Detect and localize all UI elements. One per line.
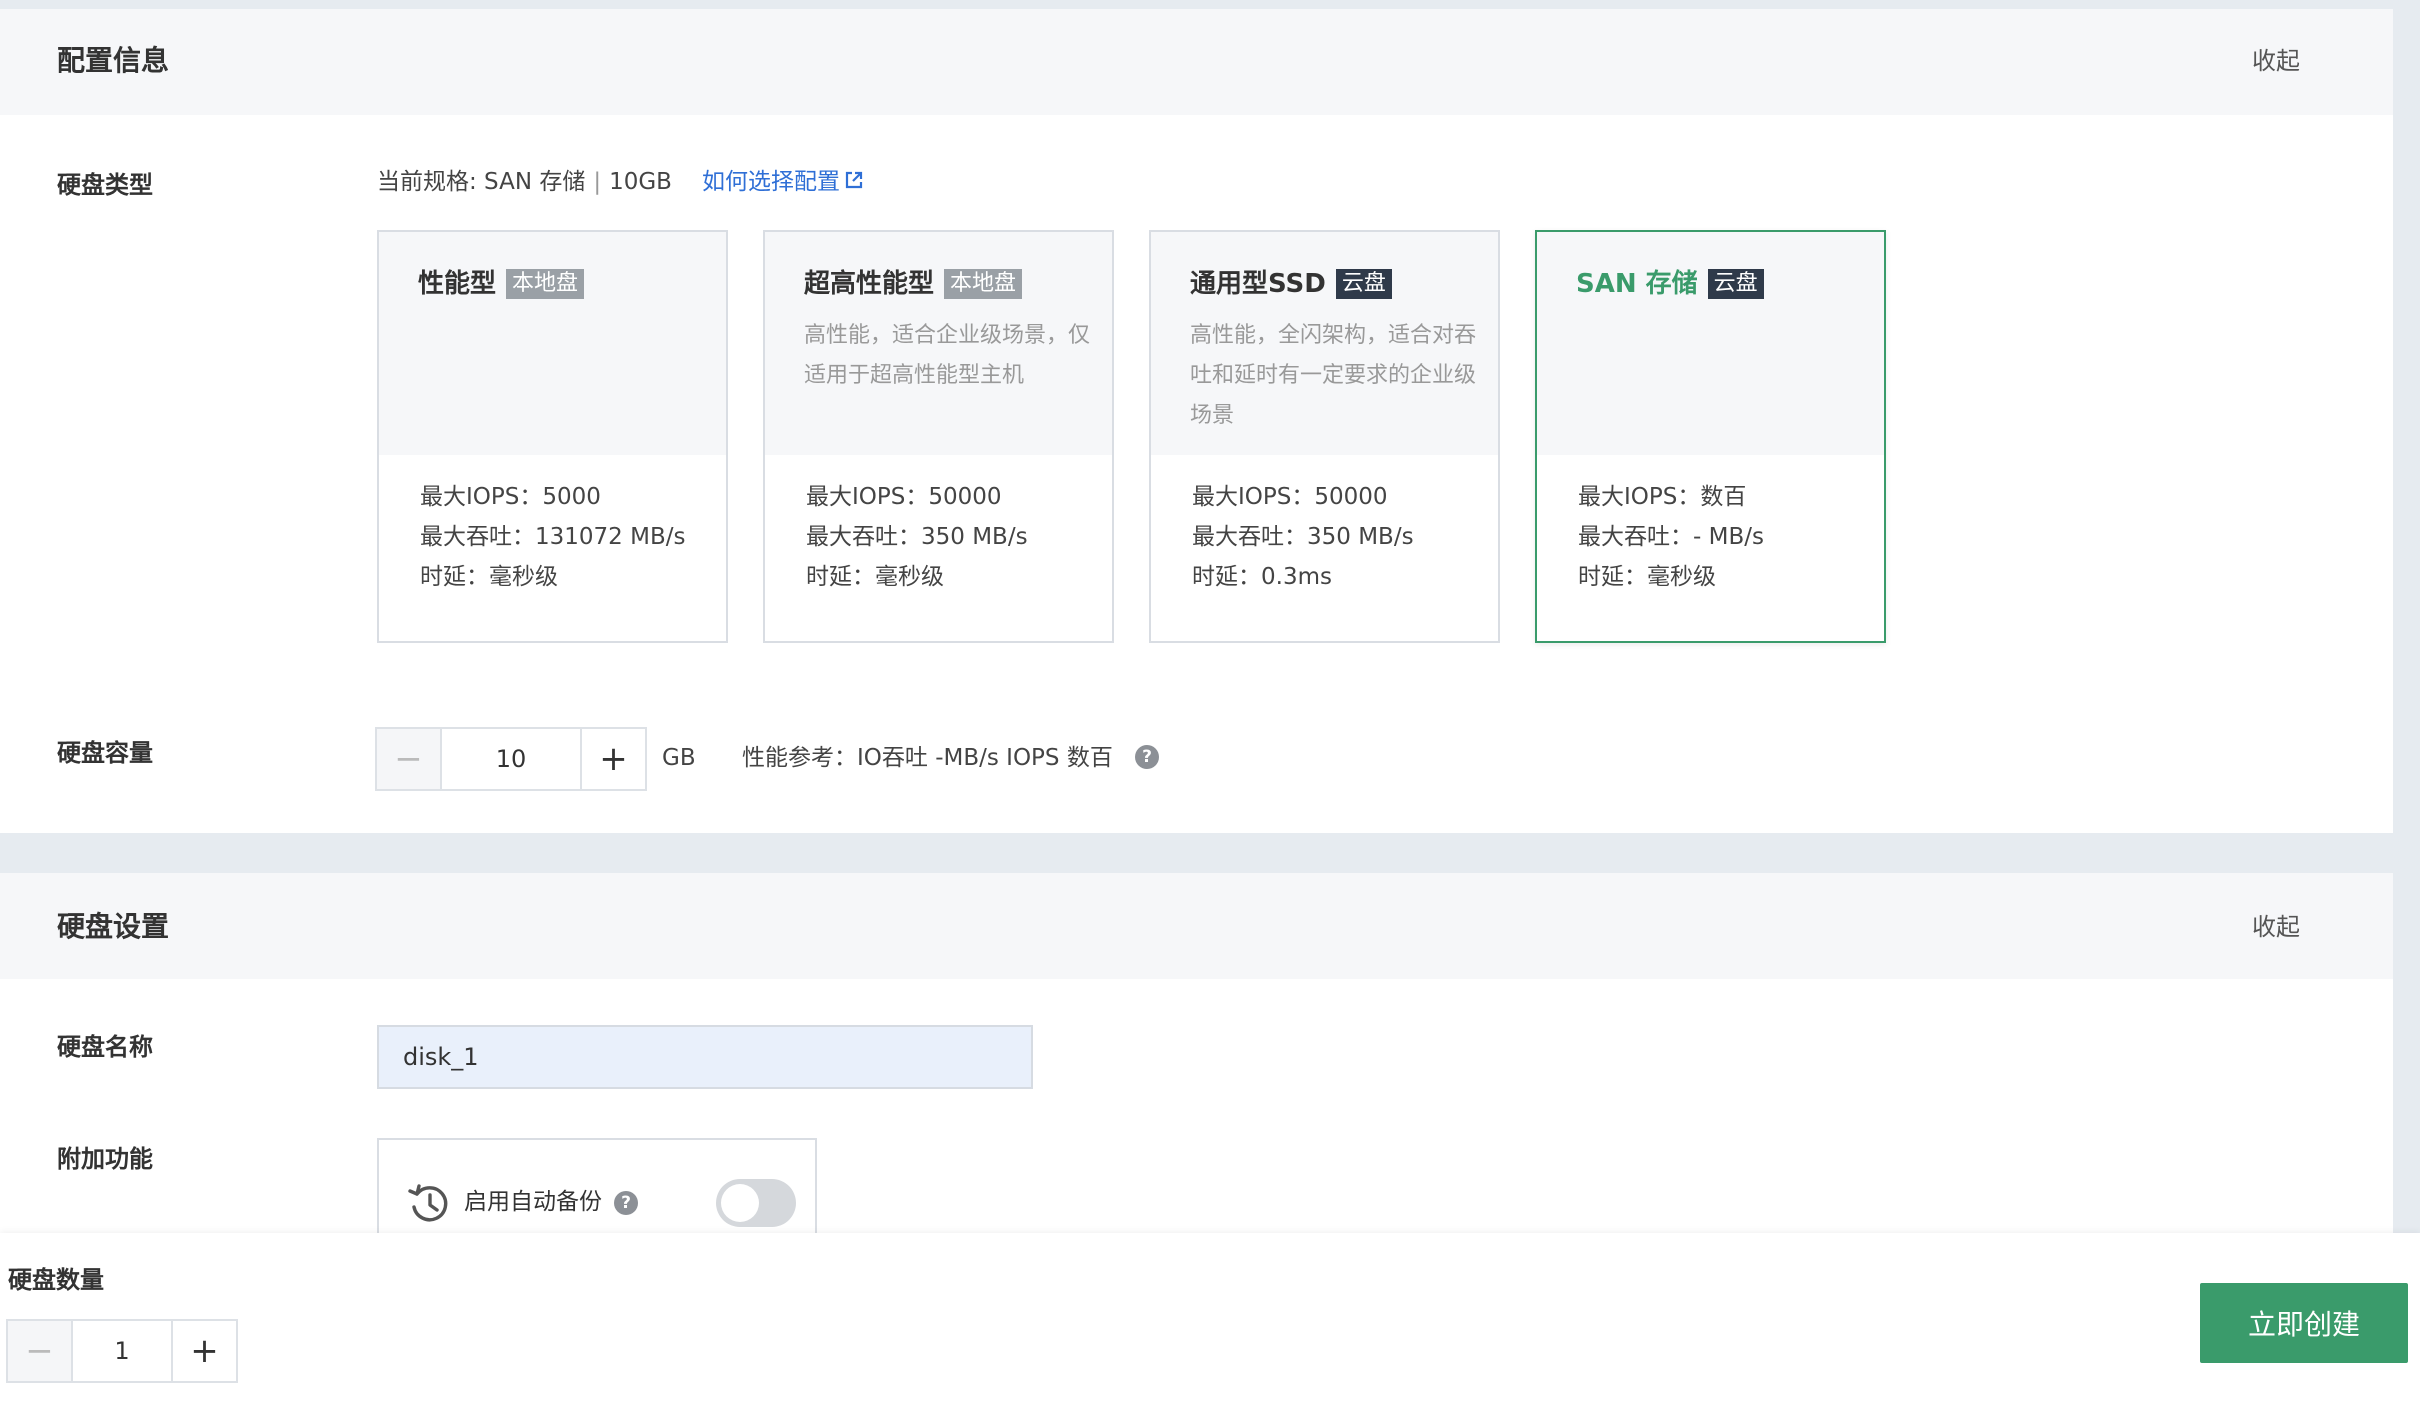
capacity-stepper[interactable]: − 10 + [375,727,647,791]
card-name: SAN 存储 [1576,269,1698,299]
how-to-choose-link-text: 如何选择配置 [702,169,840,195]
auto-backup-feature-box: 启用自动备份 ? [377,1138,817,1233]
capacity-decrement-button[interactable]: − [377,729,442,789]
disk-type-card-general-ssd[interactable]: 通用型SSD 云盘 高性能，全闪架构，适合对吞吐和延时有一定要求的企业级场景 最大… [1149,230,1500,643]
features-label: 附加功能 [57,1145,153,1173]
card-iops: 最大IOPS：50000 [806,484,1002,510]
disk-name-input[interactable]: disk_1 [377,1025,1033,1089]
card-throughput: 最大吞吐：350 MB/s [1192,524,1414,550]
backup-history-icon [406,1180,452,1226]
card-iops: 最大IOPS：数百 [1578,484,1747,510]
disk-settings-body: 硬盘名称 disk_1 附加功能 启用自动备份 ? [0,979,2393,1233]
config-section-title: 配置信息 [57,44,170,77]
current-spec: 当前规格: SAN 存储 | 10GB [377,166,672,198]
quantity-stepper[interactable]: − 1 + [6,1319,238,1383]
card-latency: 时延：0.3ms [1192,564,1332,590]
capacity-value[interactable]: 10 [440,729,582,789]
bottom-action-bar: 硬盘数量 − 1 + 立即创建 [0,1233,2420,1416]
disk-capacity-label: 硬盘容量 [57,739,153,767]
disk-name-label: 硬盘名称 [57,1033,153,1061]
disk-type-card-performance[interactable]: 性能型 本地盘 最大IOPS：5000 最大吞吐：131072 MB/s 时延：毫… [377,230,728,643]
disk-settings-header: 硬盘设置 收起 [0,873,2393,979]
disk-quantity-label: 硬盘数量 [8,1266,104,1294]
disk-settings-collapse-link[interactable]: 收起 [2252,911,2300,943]
quantity-value[interactable]: 1 [71,1321,173,1381]
auto-backup-label: 启用自动备份 [464,1189,602,1215]
card-latency: 时延：毫秒级 [420,564,558,590]
external-link-icon [844,167,864,199]
quantity-decrement-button[interactable]: − [8,1321,73,1381]
card-badge: 本地盘 [944,269,1023,299]
card-badge: 云盘 [1707,269,1764,299]
card-latency: 时延：毫秒级 [806,564,944,590]
card-description: 高性能，适合企业级场景，仅适用于超高性能型主机 [804,323,1091,388]
quantity-increment-button[interactable]: + [171,1321,236,1381]
auto-backup-toggle[interactable] [716,1179,796,1227]
card-name: 性能型 [418,269,497,299]
card-latency: 时延：毫秒级 [1578,564,1716,590]
current-spec-text: 当前规格: SAN 存储 [377,169,586,195]
auto-backup-help-icon[interactable]: ? [614,1191,638,1215]
card-description: 高性能，全闪架构，适合对吞吐和延时有一定要求的企业级场景 [1190,323,1477,428]
card-title: 超高性能型 本地盘 [804,266,1023,302]
card-throughput: 最大吞吐：131072 MB/s [420,524,686,550]
card-name: 通用型SSD [1190,269,1326,299]
card-title: 性能型 本地盘 [418,266,585,302]
card-badge: 本地盘 [506,269,585,299]
config-section-body: 硬盘类型 当前规格: SAN 存储 | 10GB 如何选择配置 性能型 本地盘 最大I… [0,115,2393,833]
disk-type-label: 硬盘类型 [57,171,153,199]
card-title: SAN 存储 云盘 [1576,266,1764,302]
performance-help-icon[interactable]: ? [1135,745,1159,769]
card-iops: 最大IOPS：5000 [420,484,601,510]
card-throughput: 最大吞吐：350 MB/s [806,524,1028,550]
config-section-header: 配置信息 收起 [0,9,2393,115]
disk-type-card-ultra-performance[interactable]: 超高性能型 本地盘 高性能，适合企业级场景，仅适用于超高性能型主机 最大IOPS：… [763,230,1114,643]
config-collapse-link[interactable]: 收起 [2252,45,2300,77]
card-title: 通用型SSD 云盘 [1190,266,1392,302]
current-spec-size: 10GB [609,169,672,195]
capacity-increment-button[interactable]: + [580,729,645,789]
card-badge: 云盘 [1335,269,1392,299]
disk-settings-title: 硬盘设置 [57,910,170,943]
performance-reference: 性能参考：IO吞吐 -MB/s IOPS 数百 [742,745,1113,771]
card-iops: 最大IOPS：50000 [1192,484,1388,510]
disk-type-card-san-storage[interactable]: SAN 存储 云盘 最大IOPS：数百 最大吞吐：- MB/s 时延：毫秒级 [1535,230,1886,643]
how-to-choose-link[interactable]: 如何选择配置 [702,166,864,199]
create-now-button[interactable]: 立即创建 [2200,1283,2408,1363]
toggle-knob [721,1184,759,1222]
spec-separator: | [593,169,602,195]
card-throughput: 最大吞吐：- MB/s [1578,524,1764,550]
capacity-unit: GB [662,745,696,771]
card-name: 超高性能型 [804,269,935,299]
